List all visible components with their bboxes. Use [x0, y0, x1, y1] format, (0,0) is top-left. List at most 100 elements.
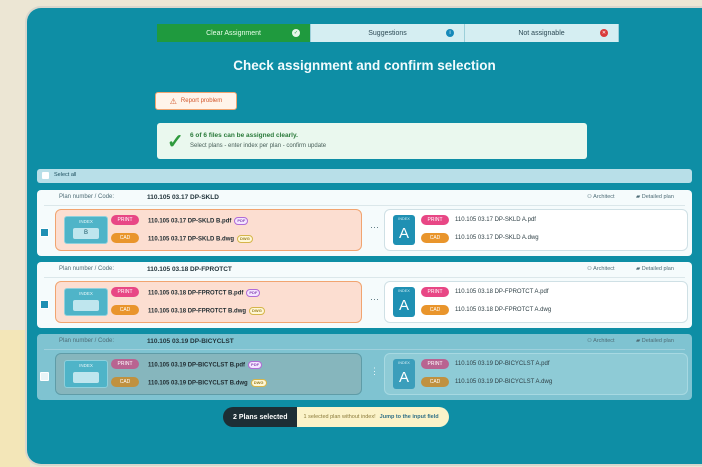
plan-card: Plan number / Code: 110.105 03.17 DP-SKL…: [37, 190, 692, 256]
cad-badge: CAD: [111, 305, 139, 315]
check-icon: ✓: [292, 29, 300, 37]
plan-checkbox[interactable]: [40, 372, 49, 381]
select-all-row[interactable]: Select all: [37, 169, 692, 183]
new-index-title: INDEX: [398, 361, 410, 365]
architect-link[interactable]: ⚇ Architect: [587, 338, 615, 344]
status-message: ✓ 6 of 6 files can be assigned clearly. …: [157, 123, 587, 159]
plan-code: 110.105 03.19 DP-BICYCLST: [147, 338, 234, 345]
jump-to-input-link[interactable]: Jump to the input field: [380, 414, 439, 420]
new-cad-file-name: 110.105 03.18 DP-FPROTCT A.dwg: [455, 307, 552, 313]
new-index-box: INDEX A: [393, 287, 415, 317]
detailed-plan-label: Detailed plan: [641, 338, 674, 344]
cad-badge: CAD: [421, 233, 449, 243]
print-badge: PRINT: [111, 287, 139, 297]
close-icon: ✕: [600, 29, 608, 37]
plan-number-label: Plan number / Code:: [59, 194, 115, 200]
new-files-box: INDEX A PRINT CAD 110.105 03.19 DP-BICYC…: [384, 353, 688, 395]
plan-number-label: Plan number / Code:: [59, 266, 115, 272]
current-files-box: INDEX PRINT CAD 110.105 03.19 DP-BICYCLS…: [55, 353, 362, 395]
index-input[interactable]: B: [73, 228, 99, 239]
index-input-box[interactable]: INDEX: [64, 360, 108, 388]
new-cad-file-name: 110.105 03.17 DP-SKLD A.dwg: [455, 235, 539, 241]
new-index-title: INDEX: [398, 289, 410, 293]
plan-checkbox[interactable]: [40, 300, 49, 309]
detailed-plan-label: Detailed plan: [641, 266, 674, 272]
report-label: Report problem: [180, 98, 223, 104]
new-index-value: A: [398, 225, 409, 242]
tab-not-assignable[interactable]: Not assignable ✕: [465, 24, 619, 42]
tab-label: Clear Assignment: [206, 29, 261, 37]
new-print-file-name: 110.105 03.18 DP-FPROTCT A.pdf: [455, 289, 549, 295]
new-index-box: INDEX A: [393, 215, 415, 245]
architect-link[interactable]: ⚇ Architect: [587, 266, 615, 272]
selection-toast: 2 Plans selected 1 selected plan without…: [223, 407, 449, 427]
pdf-tag: PDF: [234, 217, 249, 225]
current-files-box: INDEX B PRINT CAD 110.105 03.17 DP-SKLD …: [55, 209, 362, 251]
selected-count: 2 Plans selected: [223, 407, 298, 427]
index-input-box[interactable]: INDEX: [64, 288, 108, 316]
detailed-plan-label: Detailed plan: [641, 194, 674, 200]
plan-code: 110.105 03.17 DP-SKLD: [147, 194, 219, 201]
plan-checkbox[interactable]: [40, 228, 49, 237]
new-index-value: A: [398, 297, 409, 314]
print-file-name: 110.105 03.18 DP-FPROTCT B.pdf PDF: [148, 289, 261, 297]
new-index-title: INDEX: [398, 217, 410, 221]
architect-label: Architect: [593, 194, 615, 200]
architect-label: Architect: [593, 266, 615, 272]
tab-suggestions[interactable]: Suggestions i: [311, 24, 465, 42]
report-problem-button[interactable]: ⚠ Report problem: [155, 92, 237, 110]
pdf-tag: PDF: [246, 289, 261, 297]
dwg-tag: DWG: [249, 307, 265, 315]
new-index-value: A: [398, 369, 409, 386]
cad-file-name: 110.105 03.17 DP-SKLD B.dwg DWG: [148, 235, 253, 243]
dwg-tag: DWG: [237, 235, 253, 243]
index-title: INDEX: [79, 291, 93, 296]
index-input-box[interactable]: INDEX B: [64, 216, 108, 244]
warning-icon: ⚠: [169, 96, 177, 106]
dwg-tag: DWG: [250, 379, 267, 387]
detailed-plan-link[interactable]: ▰ Detailed plan: [636, 266, 674, 272]
print-badge: PRINT: [421, 359, 449, 369]
print-badge: PRINT: [421, 287, 449, 297]
page-title: Check assignment and confirm selection: [233, 58, 496, 73]
divider: [44, 277, 685, 278]
ellipsis-icon: ⋮: [370, 366, 379, 376]
tab-label: Suggestions: [368, 29, 407, 37]
cad-badge: CAD: [111, 377, 139, 387]
checkmark-icon: ✓: [167, 131, 184, 153]
select-all-label: Select all: [54, 172, 77, 178]
new-files-box: INDEX A PRINT CAD 110.105 03.18 DP-FPROT…: [384, 281, 688, 323]
architect-link[interactable]: ⚇ Architect: [587, 194, 615, 200]
plan-code: 110.105 03.18 DP-FPROTCT: [147, 266, 232, 273]
ellipsis-icon: ···: [370, 294, 379, 304]
new-index-box: INDEX A: [393, 359, 415, 389]
cad-badge: CAD: [421, 377, 449, 387]
ellipsis-icon: ···: [370, 222, 379, 232]
plan-card: Plan number / Code: 110.105 03.18 DP-FPR…: [37, 262, 692, 328]
index-title: INDEX: [79, 363, 93, 368]
tab-clear-assignment[interactable]: Clear Assignment ✓: [157, 24, 311, 42]
info-icon: i: [446, 29, 454, 37]
print-badge: PRINT: [421, 215, 449, 225]
cad-file-name: 110.105 03.18 DP-FPROTCT B.dwg DWG: [148, 307, 265, 315]
select-all-checkbox[interactable]: [42, 172, 49, 179]
index-title: INDEX: [79, 219, 93, 224]
cad-badge: CAD: [111, 233, 139, 243]
toast-note: 1 selected plan without index! Jump to t…: [297, 407, 449, 427]
new-cad-file-name: 110.105 03.19 DP-BICYCLST A.dwg: [455, 379, 553, 385]
print-badge: PRINT: [111, 215, 139, 225]
new-files-box: INDEX A PRINT CAD 110.105 03.17 DP-SKLD …: [384, 209, 688, 251]
detailed-plan-link[interactable]: ▰ Detailed plan: [636, 338, 674, 344]
step-tabs: Clear Assignment ✓ Suggestions i Not ass…: [157, 24, 619, 42]
assignment-panel: Clear Assignment ✓ Suggestions i Not ass…: [27, 8, 702, 464]
new-print-file-name: 110.105 03.17 DP-SKLD A.pdf: [455, 217, 536, 223]
new-print-file-name: 110.105 03.19 DP-BICYCLST A.pdf: [455, 361, 550, 367]
pdf-tag: PDF: [248, 361, 263, 369]
background-accent: [0, 330, 30, 467]
current-files-box: INDEX PRINT CAD 110.105 03.18 DP-FPROTCT…: [55, 281, 362, 323]
status-instructions: Select plans - enter index per plan - co…: [190, 143, 327, 149]
plan-number-label: Plan number / Code:: [59, 338, 115, 344]
detailed-plan-link[interactable]: ▰ Detailed plan: [636, 194, 674, 200]
index-input[interactable]: [73, 372, 99, 383]
index-input[interactable]: [73, 300, 99, 311]
